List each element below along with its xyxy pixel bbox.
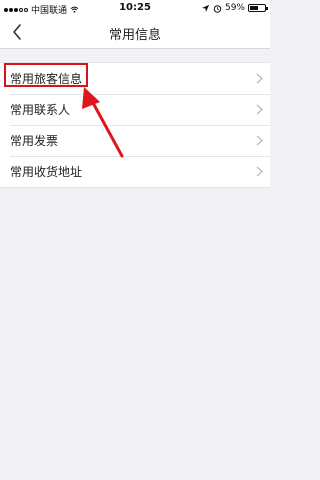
- list-item-frequent-contacts[interactable]: 常用联系人: [0, 94, 270, 125]
- list-item-frequent-passengers[interactable]: 常用旅客信息: [0, 63, 270, 94]
- location-arrow-icon: [201, 4, 210, 12]
- status-bar: 中国联通 10:25 59%: [0, 0, 270, 16]
- battery-percent: 59%: [224, 3, 245, 13]
- page-title: 常用信息: [108, 28, 161, 43]
- chevron-right-icon: [256, 73, 263, 84]
- chevron-right-icon: [256, 135, 263, 146]
- list-item-label: 常用发票: [10, 134, 59, 148]
- list-item-label: 常用收货地址: [10, 165, 83, 179]
- chevron-right-icon: [256, 166, 263, 177]
- list-item-frequent-invoices[interactable]: 常用发票: [0, 125, 270, 156]
- alarm-clock-icon: [213, 4, 222, 13]
- status-right: 59%: [201, 3, 268, 13]
- battery-icon: [248, 4, 268, 12]
- info-list: 常用旅客信息 常用联系人 常用发票 常用收货地址: [0, 62, 270, 188]
- list-item-label: 常用旅客信息: [10, 72, 83, 86]
- battery-level-fill: [250, 6, 259, 10]
- navigation-bar: 常用信息: [0, 16, 270, 49]
- chevron-right-icon: [256, 104, 263, 115]
- list-item-shipping-addresses[interactable]: 常用收货地址: [0, 156, 270, 187]
- list-item-label: 常用联系人: [10, 103, 71, 117]
